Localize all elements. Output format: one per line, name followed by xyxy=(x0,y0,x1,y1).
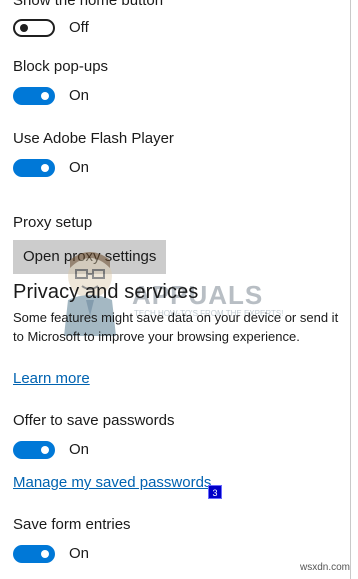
form-entries-toggle[interactable] xyxy=(13,545,55,563)
form-entries-label: Save form entries xyxy=(13,516,131,533)
flash-toggle[interactable] xyxy=(13,159,55,177)
site-watermark: wsxdn.com xyxy=(299,562,350,573)
toggle-knob xyxy=(41,446,49,454)
toggle-knob xyxy=(41,92,49,100)
home-button-state: Off xyxy=(69,19,89,36)
offer-passwords-label: Offer to save passwords xyxy=(13,412,175,429)
home-button-toggle[interactable] xyxy=(13,19,55,37)
offer-passwords-state: On xyxy=(69,441,90,458)
step-badge: 3 xyxy=(208,485,222,499)
block-popups-label: Block pop-ups xyxy=(13,58,109,75)
offer-passwords-toggle[interactable] xyxy=(13,441,55,459)
flash-label: Use Adobe Flash Player xyxy=(13,130,174,147)
privacy-heading: Privacy and services xyxy=(13,281,199,303)
block-popups-toggle[interactable] xyxy=(13,87,55,105)
toggle-knob xyxy=(41,164,49,172)
learn-more-link[interactable]: Learn more xyxy=(13,370,90,387)
home-button-label: Show the home button xyxy=(13,0,164,9)
form-entries-state: On xyxy=(69,545,90,562)
proxy-label: Proxy setup xyxy=(13,214,93,231)
manage-passwords-link[interactable]: Manage my saved passwords xyxy=(13,474,211,491)
flash-state: On xyxy=(69,159,90,176)
toggle-knob xyxy=(20,24,28,32)
settings-panel: Show the home button Off Block pop-ups O… xyxy=(0,0,351,579)
toggle-knob xyxy=(41,550,49,558)
block-popups-state: On xyxy=(69,87,90,104)
privacy-description: Some features might save data on your de… xyxy=(13,310,339,344)
